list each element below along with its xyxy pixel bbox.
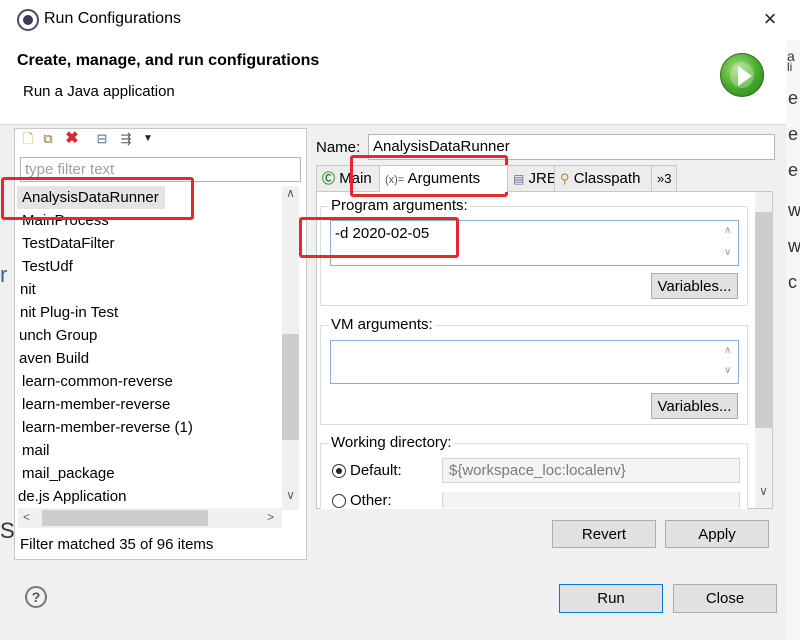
- default-directory-field: ${workspace_loc:localenv}: [442, 458, 740, 483]
- revert-button[interactable]: Revert: [552, 520, 656, 548]
- textarea-scrollbar[interactable]: ∧ ∨: [720, 221, 738, 265]
- other-label: Other:: [350, 492, 392, 508]
- default-radio[interactable]: [332, 464, 346, 478]
- clipped-other-row: Other:: [320, 492, 755, 508]
- scroll-thumb[interactable]: [282, 334, 299, 440]
- main-icon: Ⓒ: [322, 171, 336, 186]
- header-description: Run a Java application: [23, 83, 175, 100]
- delete-icon[interactable]: ✖: [64, 131, 80, 147]
- tree-vertical-scrollbar[interactable]: ∧ ∨: [282, 186, 299, 510]
- menu-dropdown-icon[interactable]: ▼: [140, 131, 156, 147]
- duplicate-icon[interactable]: ⧉: [40, 131, 56, 147]
- close-button[interactable]: Close: [673, 584, 777, 613]
- vm-variables-button[interactable]: Variables...: [651, 393, 738, 419]
- filter-icon[interactable]: ⇶: [118, 131, 134, 147]
- tree-item[interactable]: mail_package: [22, 462, 115, 485]
- tab-jre[interactable]: ▤ JRE: [507, 165, 557, 191]
- scroll-left-icon[interactable]: <: [18, 510, 35, 524]
- tree-item[interactable]: mail: [22, 439, 50, 462]
- tree-item[interactable]: unch Group: [19, 324, 97, 347]
- new-config-icon[interactable]: 🗋: [20, 131, 36, 147]
- annotation-box: [1, 177, 194, 220]
- scroll-thumb[interactable]: [755, 212, 772, 428]
- jre-icon: ▤: [513, 172, 525, 186]
- tree-horizontal-scrollbar[interactable]: < >: [18, 508, 282, 528]
- background-fragment: S: [0, 518, 15, 543]
- other-radio[interactable]: [332, 494, 346, 508]
- background-fragment: r: [0, 262, 8, 287]
- scroll-right-icon[interactable]: >: [262, 510, 279, 524]
- tab-classpath[interactable]: ⚲ Classpath: [554, 165, 652, 191]
- tab-overflow[interactable]: »3: [651, 165, 677, 191]
- window-title: Run Configurations: [44, 10, 181, 27]
- default-label: Default:: [350, 462, 402, 479]
- tree-item[interactable]: de.js Application: [18, 485, 126, 508]
- tab-vertical-scrollbar[interactable]: ∨: [755, 192, 772, 508]
- tree-item[interactable]: TestUdf: [22, 255, 73, 278]
- tab-arguments[interactable]: (x)= Arguments: [379, 165, 508, 192]
- annotation-box: [299, 217, 459, 258]
- header-title: Create, manage, and run configurations: [17, 52, 320, 69]
- scroll-up-icon[interactable]: ∧: [724, 225, 731, 236]
- other-directory-field: [442, 492, 740, 508]
- vm-args-label: VM arguments:: [329, 316, 435, 333]
- tree-item[interactable]: learn-common-reverse: [22, 370, 173, 393]
- tree-item[interactable]: learn-member-reverse: [22, 393, 170, 416]
- close-window-button[interactable]: ×: [758, 6, 782, 32]
- run-button[interactable]: Run: [559, 584, 663, 613]
- program-args-label: Program arguments:: [329, 197, 470, 214]
- config-tree: AnalysisDataRunner MainProcess TestDataF…: [15, 186, 281, 510]
- background-window: a li e e e w w c: [786, 40, 800, 640]
- tree-item[interactable]: learn-member-reverse (1): [22, 416, 193, 439]
- scroll-down-icon[interactable]: ∨: [724, 247, 731, 258]
- scroll-down-icon[interactable]: ∨: [724, 365, 731, 376]
- scroll-up-icon[interactable]: ∧: [282, 186, 299, 200]
- tree-item[interactable]: TestDataFilter: [22, 232, 115, 255]
- apply-button[interactable]: Apply: [665, 520, 769, 548]
- run-icon: [720, 53, 764, 97]
- scroll-down-icon[interactable]: ∨: [755, 484, 772, 498]
- scroll-thumb[interactable]: [42, 510, 208, 526]
- vm-args-textarea[interactable]: ∧ ∨: [330, 340, 739, 384]
- textarea-scrollbar[interactable]: ∧ ∨: [720, 341, 738, 383]
- tree-item[interactable]: aven Build: [19, 347, 89, 370]
- eclipse-icon: [17, 9, 39, 31]
- tree-item[interactable]: nit Plug-in Test: [20, 301, 118, 324]
- scroll-down-icon[interactable]: ∨: [282, 488, 299, 502]
- tree-item[interactable]: nit: [20, 278, 36, 301]
- classpath-icon: ⚲: [560, 171, 570, 186]
- help-icon[interactable]: ?: [25, 586, 47, 608]
- name-label: Name:: [316, 139, 361, 156]
- working-dir-label: Working directory:: [329, 434, 454, 451]
- arguments-icon: (x)=: [385, 174, 405, 186]
- scroll-up-icon[interactable]: ∧: [724, 345, 731, 356]
- collapse-all-icon[interactable]: ⊟: [94, 131, 110, 147]
- program-variables-button[interactable]: Variables...: [651, 273, 738, 299]
- filter-status: Filter matched 35 of 96 items: [20, 536, 214, 553]
